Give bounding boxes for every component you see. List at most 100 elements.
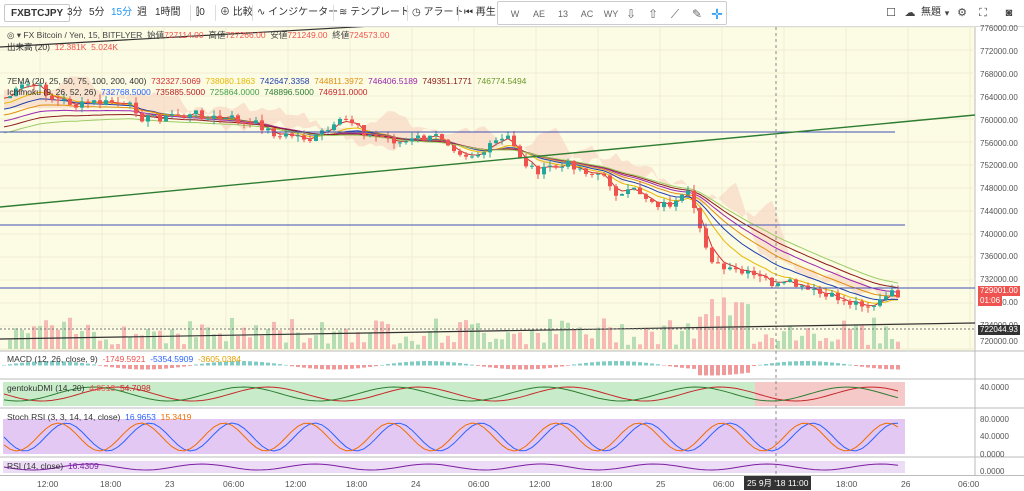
candle-body: [632, 187, 636, 190]
alert-button[interactable]: ◷ アラート: [412, 4, 464, 22]
crosshair-icon[interactable]: ✛: [708, 5, 726, 23]
macd-bar: [374, 365, 378, 367]
candle-body: [296, 135, 300, 137]
candle-body: [110, 100, 114, 103]
volume-bar: [650, 331, 654, 349]
volume-bar: [476, 323, 480, 349]
macd-bar: [116, 365, 120, 368]
replay-button[interactable]: ⏮ 再生: [464, 4, 496, 22]
macd-bar: [512, 365, 516, 370]
pattern-wy-icon[interactable]: WY: [602, 5, 620, 23]
candle-body: [854, 301, 858, 305]
macd-bar: [380, 364, 384, 366]
volume-bar: [302, 342, 306, 349]
candle-body: [506, 135, 510, 139]
brush-icon[interactable]: ✎: [688, 5, 706, 23]
pattern-13-icon[interactable]: 13: [554, 5, 572, 23]
interval-week[interactable]: 週: [137, 4, 147, 22]
candle-body: [680, 194, 684, 201]
volume-bar: [44, 320, 48, 349]
volume-bar: [656, 344, 660, 349]
eye-icon: ◎ ▾: [7, 30, 24, 40]
volume-bar: [764, 334, 768, 349]
candle-body: [722, 263, 726, 270]
volume-bar: [710, 299, 714, 349]
volume-bar: [830, 341, 834, 349]
macd-bar: [788, 361, 792, 366]
compare-button[interactable]: ⊕ 比較: [220, 4, 253, 22]
layout-name[interactable]: 無題: [921, 4, 941, 22]
trendline-icon[interactable]: ⟋: [666, 5, 684, 23]
candle-body: [620, 194, 624, 196]
interval-3m[interactable]: 3分: [67, 4, 83, 22]
stoch-level-label: 0.0000: [980, 450, 1005, 459]
macd-bar: [122, 365, 126, 369]
chart-area[interactable]: ◎ ▾ FX Bitcoin / Yen, 15, BITFLYER 始値727…: [0, 24, 1024, 478]
candle-body: [872, 305, 876, 307]
candle-body: [410, 138, 414, 142]
time-label: 26: [901, 479, 911, 489]
macd-bar: [698, 365, 702, 376]
volume-bar: [500, 339, 504, 349]
legend-ema: 7EMA (20, 25, 50, 75, 100, 200, 400) 732…: [7, 76, 527, 86]
macd-bar: [284, 364, 288, 366]
volume-bar: [56, 329, 60, 349]
volume-bar: [272, 321, 276, 349]
candle-body: [656, 201, 660, 208]
time-axis[interactable]: 12:00 18:00 23 06:00 12:00 18:00 24 06:0…: [0, 475, 1024, 491]
chevron-down-icon[interactable]: ▾: [940, 6, 954, 20]
macd-bar: [158, 365, 162, 370]
checkbox-icon[interactable]: ☐: [884, 6, 898, 20]
volume-bar: [344, 328, 348, 349]
volume-bar: [644, 327, 648, 349]
interval-15m[interactable]: 15分: [111, 4, 132, 22]
candle-type-icon[interactable]: ⫿0: [196, 4, 205, 22]
arrow-down-icon[interactable]: ⇩: [622, 5, 640, 23]
volume-bar: [296, 332, 300, 349]
volume-bar: [326, 343, 330, 349]
interval-5m[interactable]: 5分: [89, 4, 105, 22]
pattern-ac-icon[interactable]: AC: [578, 5, 596, 23]
volume-bar: [206, 327, 210, 349]
macd-bar: [92, 364, 96, 366]
time-label: 12:00: [529, 479, 551, 489]
indicators-button[interactable]: ∿ インジケーター: [257, 4, 338, 22]
candle-body: [194, 110, 198, 115]
volume-bar: [422, 335, 426, 349]
volume-bar: [854, 324, 858, 349]
candle-body: [734, 267, 738, 270]
volume-bar: [230, 317, 234, 349]
candle-body: [242, 122, 246, 124]
candle-body: [740, 269, 744, 274]
volume-bar: [248, 337, 252, 349]
volume-bar: [98, 340, 102, 349]
macd-bar: [662, 365, 666, 366]
templates-button[interactable]: ≋ テンプレート: [339, 4, 410, 22]
volume-bar: [776, 340, 780, 349]
candle-body: [578, 168, 582, 170]
interval-1h[interactable]: 1時間: [155, 4, 181, 22]
macd-bar: [722, 365, 726, 376]
arrow-up-icon[interactable]: ⇧: [644, 5, 662, 23]
candle-body: [482, 152, 486, 155]
candle-body: [152, 114, 156, 116]
price-label: 768000.00: [980, 70, 1018, 79]
symbol-selector[interactable]: FXBTCJPY: [4, 4, 71, 22]
candle-body: [182, 115, 186, 118]
candle-body: [92, 100, 96, 103]
macd-bar: [800, 361, 804, 366]
camera-icon[interactable]: ◙: [1002, 6, 1016, 20]
volume-bar: [320, 322, 324, 349]
pattern-ae-icon[interactable]: AE: [530, 5, 548, 23]
gear-icon[interactable]: ⚙: [955, 6, 969, 20]
volume-bar: [68, 317, 72, 349]
pattern-w-icon[interactable]: W: [506, 5, 524, 23]
macd-bar: [488, 365, 492, 368]
macd-bar: [764, 363, 768, 366]
volume-bar: [734, 302, 738, 349]
macd-bar: [248, 361, 252, 366]
time-label: 12:00: [37, 479, 59, 489]
macd-bar: [536, 365, 540, 369]
fullscreen-icon[interactable]: ⛶: [976, 6, 990, 20]
line-price-tag: 722044.93: [978, 325, 1020, 335]
